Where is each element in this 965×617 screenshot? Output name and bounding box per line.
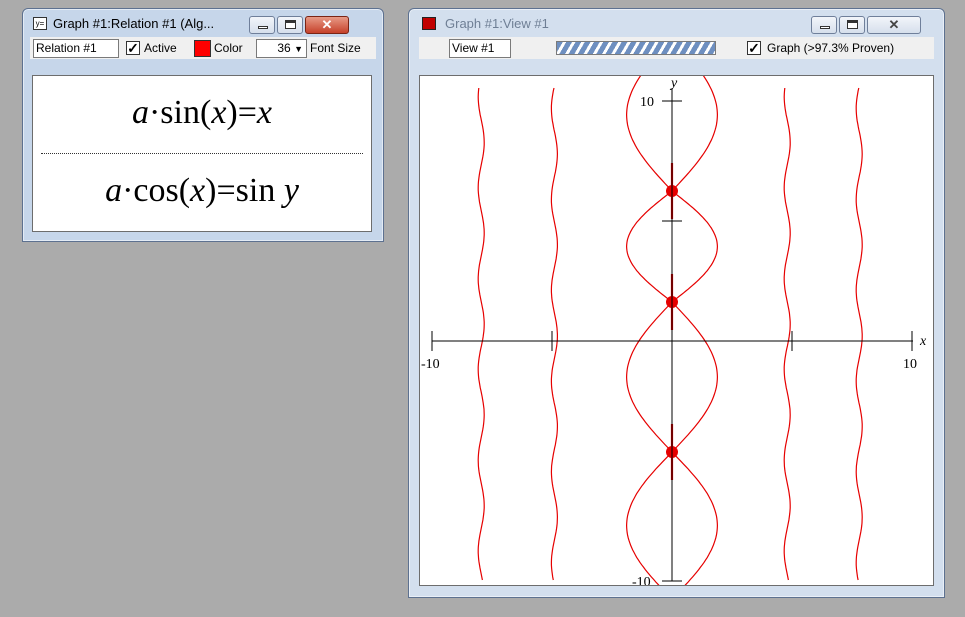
eq1-rhs: x — [256, 94, 273, 131]
eq1-rparen: ) — [226, 94, 238, 131]
relation-window: y= Graph #1:Relation #1 (Alg... ✕ Relati… — [22, 8, 384, 242]
eq1-dot: · — [148, 94, 161, 131]
maximize-icon — [285, 20, 296, 29]
eq1-coef: a — [131, 94, 149, 131]
top-lens-left — [625, 76, 673, 192]
eq1-equals: = — [237, 94, 257, 131]
relation-toolbar: Relation #1 ✓ Active Color 36 ▼ Font Siz… — [30, 37, 376, 59]
upper-lens-right — [671, 190, 719, 303]
close-icon: ✕ — [888, 17, 900, 32]
top-lens-right — [671, 76, 719, 192]
relation-curves — [477, 76, 863, 585]
graph-area[interactable]: x y -10 10 10 -10 — [419, 75, 934, 586]
eq1-arg: x — [211, 94, 227, 131]
y-axis-label: y — [669, 76, 678, 91]
eq2-rhs-var: y — [283, 172, 299, 209]
lower-lens-right — [671, 451, 719, 585]
view-window-title: Graph #1:View #1 — [445, 16, 549, 31]
middle-lens-left — [625, 301, 673, 453]
font-size-value: 36 — [277, 41, 291, 55]
eq2-dot: · — [122, 172, 134, 209]
x-min-label: -10 — [421, 357, 440, 372]
view-minimize-button[interactable] — [811, 16, 837, 34]
maximize-button[interactable] — [277, 16, 303, 34]
active-checkbox[interactable]: ✓ — [126, 41, 140, 55]
equation-area[interactable]: a·sin(x)=x a·cos(x)=sin y — [32, 75, 372, 232]
vertical-branch — [783, 87, 791, 581]
equation-window-icon: y= — [33, 17, 47, 30]
font-size-select[interactable]: 36 ▼ — [256, 39, 307, 58]
eq2-rhs-func: sin — [235, 172, 276, 209]
eq2-lparen: ( — [178, 172, 191, 209]
minimize-icon — [820, 26, 830, 29]
eq2-func: cos — [133, 172, 179, 209]
x-max-label: 10 — [903, 357, 917, 372]
view-name-field[interactable]: View #1 — [449, 39, 511, 58]
minimize-button[interactable] — [249, 16, 275, 34]
active-label: Active — [144, 41, 177, 55]
y-min-label: -10 — [632, 575, 651, 585]
color-swatch-button[interactable] — [194, 40, 211, 57]
vertical-branch — [855, 87, 863, 581]
graphing-progress-bar — [556, 41, 716, 55]
view-titlebar[interactable]: Graph #1:View #1 ✕ — [409, 9, 944, 37]
relation-window-title: Graph #1:Relation #1 (Alg... — [53, 16, 215, 31]
font-size-label: Font Size — [310, 41, 361, 55]
relation-name-field[interactable]: Relation #1 — [33, 39, 119, 58]
equation-2[interactable]: a·cos(x)=sin y — [33, 172, 371, 210]
minimize-icon — [258, 26, 268, 29]
view-close-button[interactable]: ✕ — [867, 16, 921, 34]
y-axis — [662, 88, 682, 582]
close-icon: ✕ — [321, 17, 333, 32]
graph-window-icon — [422, 17, 436, 30]
graph-status-label: Graph (>97.3% Proven) — [767, 41, 895, 55]
equation-separator — [41, 153, 363, 154]
eq2-coef: a — [105, 172, 123, 209]
eq1-lparen: ( — [199, 94, 212, 131]
relation-titlebar[interactable]: y= Graph #1:Relation #1 (Alg... ✕ — [23, 9, 383, 37]
equation-1[interactable]: a·sin(x)=x — [33, 94, 371, 132]
graph-checkbox[interactable]: ✓ — [747, 41, 761, 55]
lower-lens-left — [625, 451, 673, 585]
plot-svg: x y -10 10 10 -10 — [421, 76, 927, 585]
x-axis-label: x — [919, 334, 927, 349]
color-label: Color — [214, 41, 243, 55]
eq2-rparen: ) — [205, 172, 217, 209]
view-toolbar: View #1 ✓ Graph (>97.3% Proven) — [419, 37, 934, 59]
dropdown-arrow-icon: ▼ — [294, 44, 303, 54]
y-max-label: 10 — [640, 95, 654, 110]
middle-lens-right — [671, 301, 719, 453]
maximize-icon — [847, 20, 858, 29]
upper-lens-left — [625, 190, 673, 303]
eq2-equals: = — [216, 172, 236, 209]
view-maximize-button[interactable] — [839, 16, 865, 34]
close-button[interactable]: ✕ — [305, 16, 349, 34]
vertical-branch — [477, 87, 485, 581]
eq1-func: sin — [160, 94, 200, 131]
view-window: Graph #1:View #1 ✕ View #1 ✓ Graph (>97.… — [408, 8, 945, 598]
eq2-arg: x — [190, 172, 206, 209]
